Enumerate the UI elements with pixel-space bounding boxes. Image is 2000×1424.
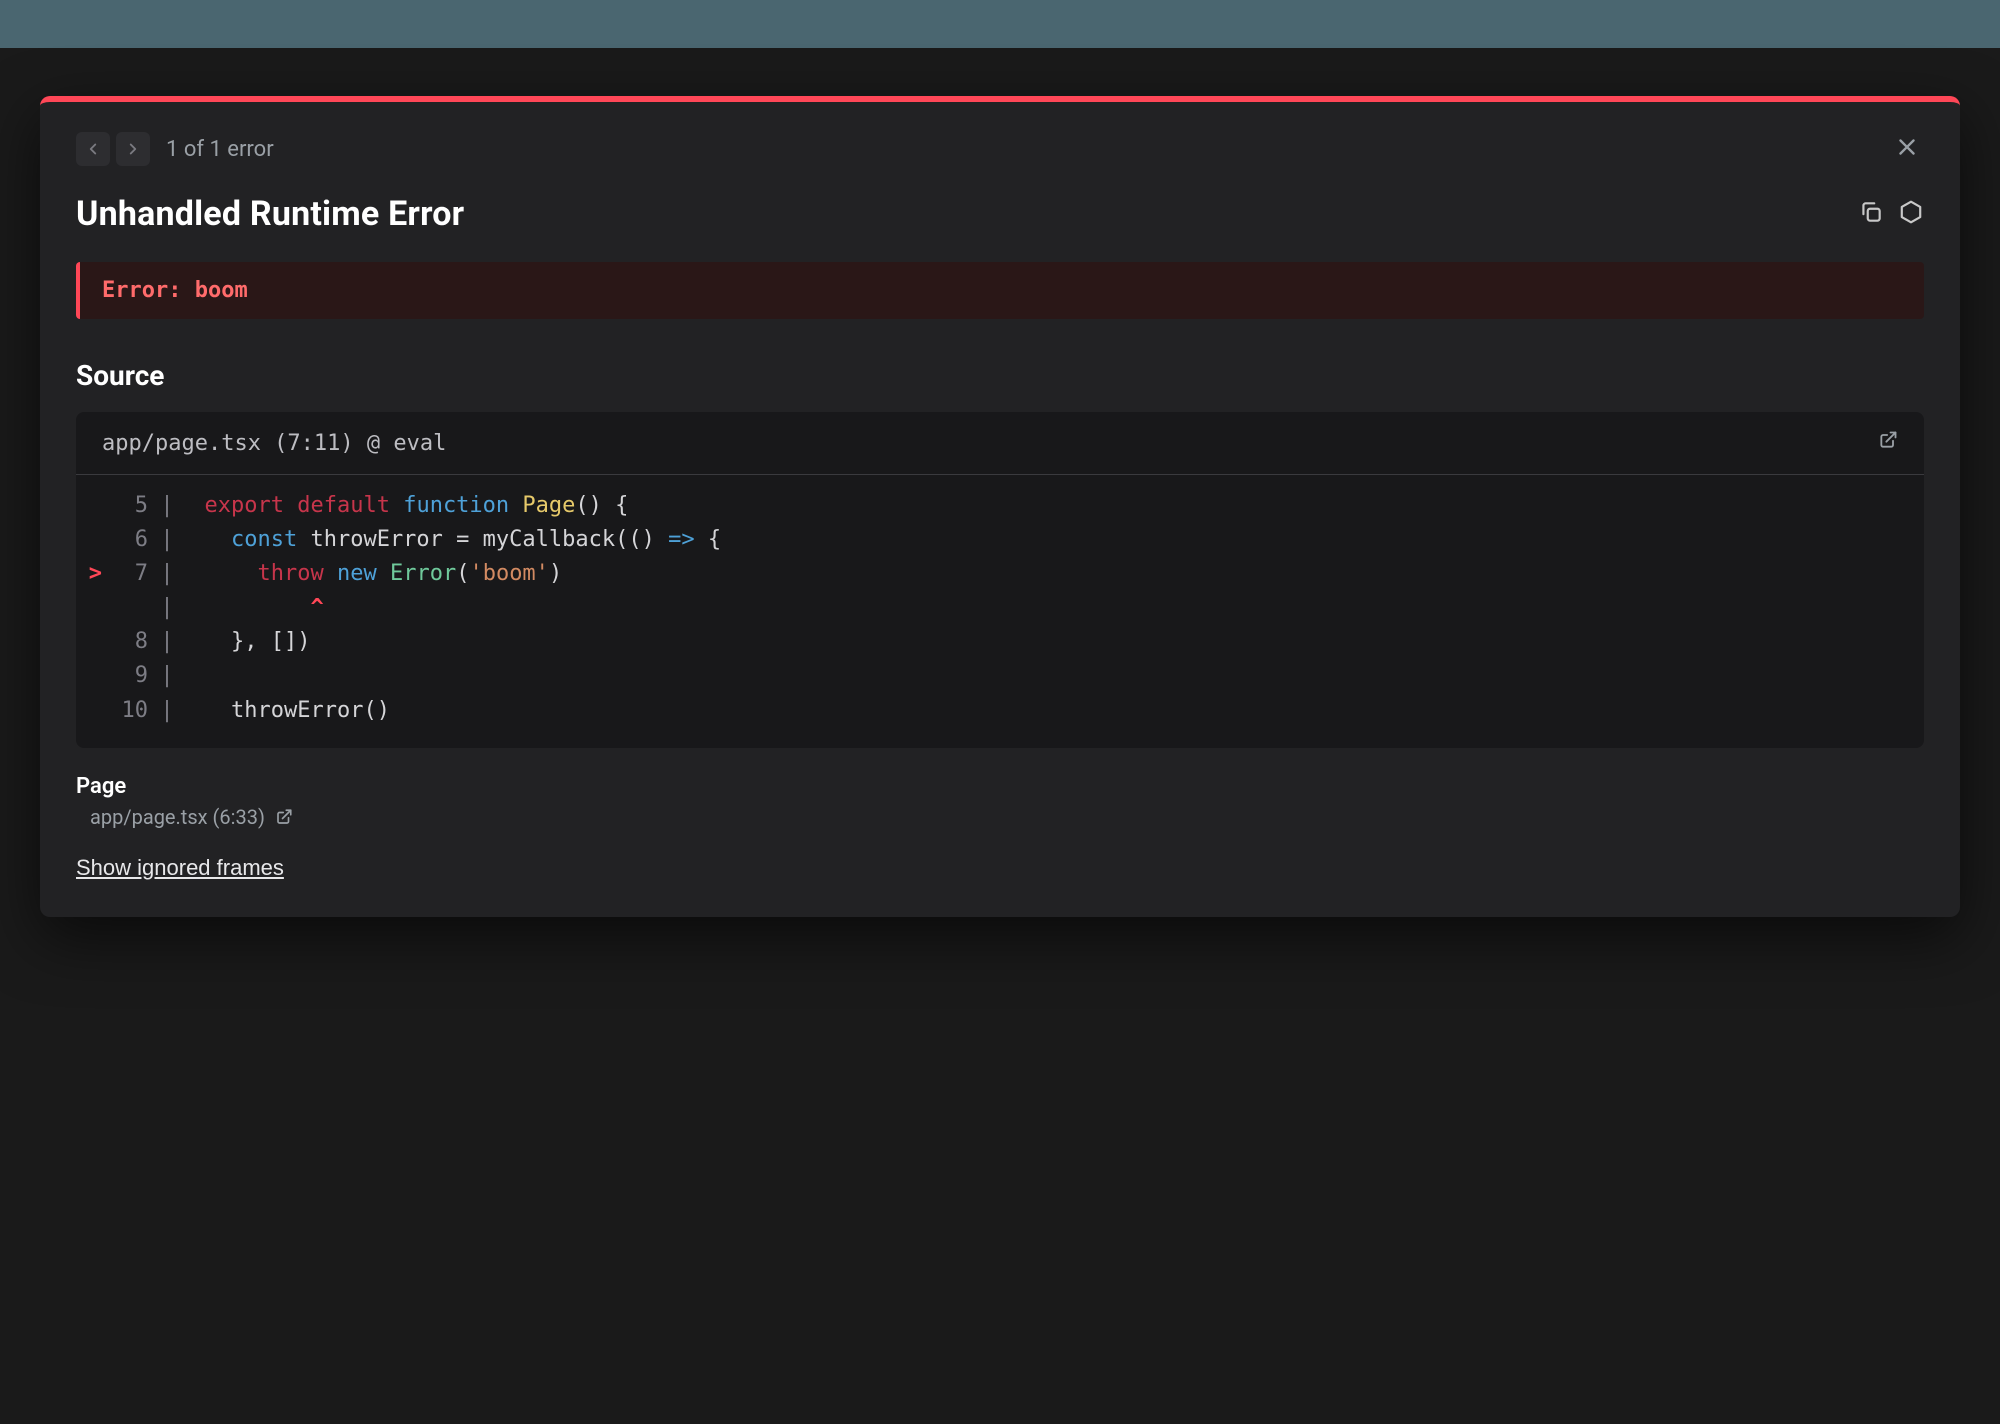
code-line: >7| throw new Error('boom') [76,557,1924,591]
code-text: throwError() [178,694,390,728]
code-text: const throwError = myCallback(() => { [178,523,721,557]
error-nav-buttons [76,132,150,166]
dialog-inner: 1 of 1 error Unhandled Runtime Error [40,102,1960,917]
line-number: 5 [108,489,156,523]
gutter-pipe: | [156,523,178,557]
source-location-text: app/page.tsx (7:11) @ eval [102,431,446,456]
next-error-button[interactable] [116,132,150,166]
open-in-editor-button[interactable] [1878,430,1898,456]
error-dialog: 1 of 1 error Unhandled Runtime Error [40,96,1960,917]
source-code-body: 5| export default function Page() {6| co… [76,475,1924,748]
line-marker [76,489,108,523]
gutter-pipe: | [156,694,178,728]
code-text [178,659,205,693]
source-heading: Source [76,359,1924,392]
source-location-header: app/page.tsx (7:11) @ eval [76,412,1924,475]
line-marker [76,694,108,728]
code-line: 8| }, []) [76,625,1924,659]
error-message-banner: Error: boom [76,262,1924,319]
stack-frame-location[interactable]: app/page.tsx (6:33) [76,805,293,829]
source-code-block: app/page.tsx (7:11) @ eval 5| export def… [76,412,1924,748]
dialog-topbar: 1 of 1 error [76,130,1924,168]
gutter-pipe: | [156,659,178,693]
code-line: 9| [76,659,1924,693]
stack-frame-location-text: app/page.tsx (6:33) [90,805,265,829]
dialog-title: Unhandled Runtime Error [76,194,464,234]
overlay-backdrop: 1 of 1 error Unhandled Runtime Error [0,48,2000,1424]
code-line: | ^ [76,591,1924,625]
title-row: Unhandled Runtime Error [76,194,1924,234]
stack-frame-name: Page [76,774,1924,799]
close-icon [1894,134,1920,160]
code-text: throw new Error('boom') [178,557,562,591]
line-marker: > [76,557,108,591]
nodejs-docs-button[interactable] [1898,199,1924,229]
line-marker [76,523,108,557]
code-line: 5| export default function Page() { [76,489,1924,523]
code-text: }, []) [178,625,310,659]
show-ignored-frames-button[interactable]: Show ignored frames [76,855,284,881]
line-number: 10 [108,694,156,728]
code-line: 10| throwError() [76,694,1924,728]
external-link-icon [275,808,293,826]
code-text: export default function Page() { [178,489,628,523]
line-marker [76,625,108,659]
line-marker [76,659,108,693]
line-number: 8 [108,625,156,659]
copy-button[interactable] [1858,199,1884,229]
arrow-right-icon [124,140,142,158]
topbar-left: 1 of 1 error [76,132,274,166]
copy-icon [1858,199,1884,225]
stack-frame: Page app/page.tsx (6:33) [76,774,1924,829]
code-text: ^ [178,591,324,625]
error-count-label: 1 of 1 error [166,137,274,162]
gutter-pipe: | [156,591,178,625]
hexagon-icon [1898,199,1924,225]
line-number: 9 [108,659,156,693]
gutter-pipe: | [156,625,178,659]
title-actions [1858,199,1924,229]
line-number: 7 [108,557,156,591]
external-link-icon [1878,430,1898,450]
line-number [108,591,156,625]
close-button[interactable] [1890,130,1924,168]
gutter-pipe: | [156,489,178,523]
gutter-pipe: | [156,557,178,591]
prev-error-button[interactable] [76,132,110,166]
code-line: 6| const throwError = myCallback(() => { [76,523,1924,557]
arrow-left-icon [84,140,102,158]
error-message-text: Error: boom [102,278,1902,303]
line-number: 6 [108,523,156,557]
line-marker [76,591,108,625]
